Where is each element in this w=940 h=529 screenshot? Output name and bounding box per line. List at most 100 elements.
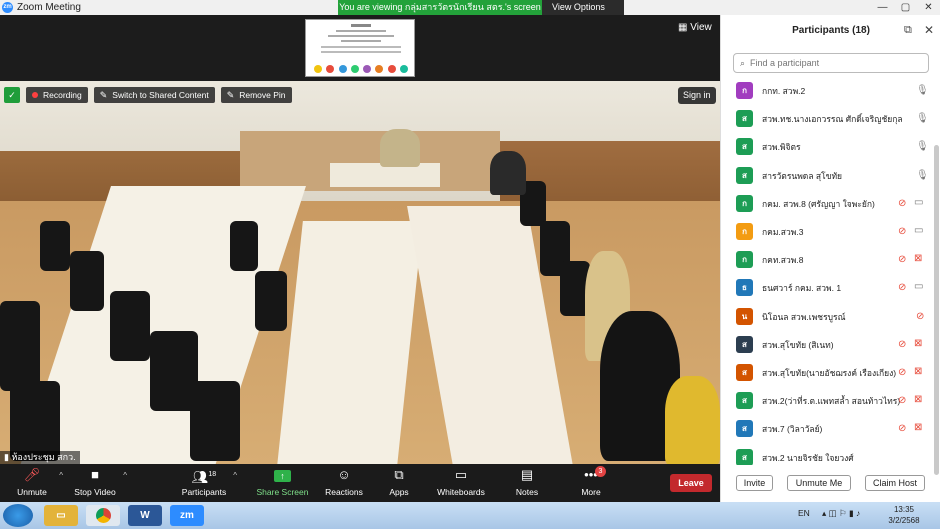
- video-camera-icon: ▭: [914, 281, 924, 293]
- stop-video-button[interactable]: ■ Stop Video ^: [72, 464, 127, 502]
- switch-to-shared-content-button[interactable]: ✎ Switch to Shared Content: [93, 87, 215, 103]
- chevron-up-icon[interactable]: ^: [233, 471, 237, 480]
- sign-in-button[interactable]: Sign in: [678, 87, 716, 104]
- participant-row[interactable]: ส สวพ.2(ว่าที่ร.ต.แพทสล้ำ สอนท้าวไทร) ⊘ ⊠: [721, 387, 933, 415]
- video-off-icon: ⊠: [914, 253, 923, 265]
- share-screen-button[interactable]: ↑ Share Screen: [255, 464, 310, 502]
- avatar: ก: [736, 251, 753, 269]
- video-camera-icon: ▭: [914, 196, 924, 208]
- unmute-button[interactable]: 🎤︎ Unmute ^: [10, 464, 63, 502]
- microphone-muted-icon: 🎤︎: [23, 467, 41, 482]
- panel-footer: Invite Unmute Me Claim Host: [721, 475, 940, 502]
- reactions-button[interactable]: ☺ Reactions: [322, 464, 366, 502]
- participant-list-scrollbar[interactable]: [934, 145, 939, 475]
- participant-row[interactable]: น นิโอนล สวพ.เพชรบูรณ์ ⊘: [721, 303, 933, 331]
- microphone-muted-icon: ⊘: [898, 226, 907, 237]
- chevron-up-icon[interactable]: ^: [59, 471, 63, 480]
- participant-row[interactable]: ก กคม.สวพ.3 ⊘ ▭: [721, 218, 933, 246]
- explorer-icon[interactable]: ▭: [44, 505, 78, 526]
- notes-button[interactable]: ▤ Notes: [508, 464, 546, 502]
- microphone-icon: 🎙︎: [916, 169, 929, 181]
- avatar: ส: [736, 166, 753, 184]
- participant-name: สวพ.พิจิตร: [762, 142, 801, 153]
- leave-button[interactable]: Leave: [670, 474, 712, 492]
- view-options-button[interactable]: View Options ⌄: [542, 0, 624, 27]
- participants-panel: Participants (18) ⧉ ✕ ⌕ กกกท. สวพ.2🎙︎สสว…: [720, 15, 940, 502]
- participant-name: สวพ.2 นายจิรชัย ใจยวงศ์: [762, 452, 854, 463]
- security-shield-icon[interactable]: ✓: [4, 87, 20, 103]
- pin-icon: ✎: [99, 90, 108, 100]
- unmute-me-button[interactable]: Unmute Me: [787, 475, 851, 491]
- microphone-muted-icon: ⊘: [898, 254, 907, 266]
- maximize-icon[interactable]: ▢: [894, 0, 917, 15]
- system-clock[interactable]: 13:35 3/2/2568: [884, 504, 924, 526]
- pop-out-icon[interactable]: ⧉: [904, 24, 912, 37]
- participant-row[interactable]: ส สวพ.7 (วิลาวัลย์) ⊘ ⊠: [721, 415, 933, 443]
- avatar: ก: [736, 223, 753, 240]
- participant-search-input[interactable]: [750, 58, 911, 68]
- zoom-window: zm Zoom Meeting — ▢ ✕ You are viewing กล…: [0, 0, 940, 529]
- participant-row[interactable]: ก กคม. สวพ.8 (ศรัญญา ใจพะยัก) ⊘ ▭: [721, 190, 933, 218]
- participant-name: สารวัตรนพดล สุโขทัย: [762, 170, 843, 181]
- more-badge: 3: [595, 466, 606, 477]
- close-panel-icon[interactable]: ✕: [924, 23, 934, 37]
- microphone-icon: 🎙︎: [916, 141, 929, 153]
- participant-name: สวพ.สุโขทัย (สิเนท): [762, 339, 834, 350]
- grid-icon: ▦: [678, 22, 688, 33]
- participant-name: สวพ.7 (วิลาวัลย์): [762, 424, 823, 435]
- close-icon[interactable]: ✕: [917, 0, 940, 15]
- participants-label: Participants: [181, 487, 227, 497]
- minimize-icon[interactable]: —: [871, 0, 894, 15]
- participant-row[interactable]: ธ ธนศวาร์ กคม. สวพ. 1 ⊘ ▭: [721, 274, 933, 302]
- whiteboards-button[interactable]: ▭ Whiteboards: [433, 464, 489, 502]
- participant-row[interactable]: ส สวพ.2 นายจิรชัย ใจยวงศ์: [721, 444, 933, 465]
- tray-icons[interactable]: ▴ ◫ ⚐ ▮ ♪: [822, 508, 860, 519]
- word-icon[interactable]: W: [128, 505, 162, 526]
- apps-button[interactable]: ⧉ Apps: [380, 464, 418, 502]
- participant-row[interactable]: ส สวพ.สุโขทัย(นายอัชฌรงค์ เรืองเกียง) ⊘ ⊠: [721, 359, 933, 387]
- participant-search[interactable]: ⌕: [733, 53, 929, 73]
- meeting-toolbar: 🎤︎ Unmute ^ ■ Stop Video ^ 👥︎18 Particip…: [0, 464, 720, 502]
- share-screen-label: Share Screen: [256, 487, 309, 497]
- participant-row[interactable]: ส สวพ.พิจิตร 🎙︎: [721, 133, 933, 161]
- participant-row[interactable]: ก กคท.สวพ.8 ⊘ ⊠: [721, 246, 933, 274]
- more-button[interactable]: ••• More 3: [572, 464, 610, 502]
- shared-screen-thumbnail[interactable]: [305, 19, 415, 77]
- video-off-icon: ⊠: [914, 366, 923, 377]
- view-layout-button[interactable]: ▦ View: [678, 22, 712, 33]
- reactions-label: Reactions: [325, 487, 363, 497]
- invite-button[interactable]: Invite: [736, 475, 773, 491]
- avatar: ส: [736, 420, 753, 438]
- participant-row[interactable]: ส สวพ.ทช.นางเอกวรรณ ศักดิ์เจริญชัยกุล 🎙︎: [721, 105, 933, 133]
- avatar: ส: [736, 335, 753, 353]
- participant-name: สวพ.ทช.นางเอกวรรณ ศักดิ์เจริญชัยกุล: [762, 114, 903, 125]
- microphone-icon: 🎙︎: [916, 85, 929, 96]
- recording-indicator[interactable]: Recording: [26, 87, 88, 103]
- zoom-icon[interactable]: zm: [170, 505, 204, 526]
- avatar: ส: [736, 138, 753, 156]
- participant-name: กคม. สวพ.8 (ศรัญญา ใจพะยัก): [762, 198, 875, 209]
- chevron-up-icon[interactable]: ^: [123, 471, 127, 480]
- share-screen-icon: ↑: [274, 470, 291, 482]
- remove-pin-button[interactable]: ✎ Remove Pin: [220, 87, 292, 103]
- participants-button[interactable]: 👥︎18 Participants ^: [180, 464, 237, 502]
- avatar: น: [736, 307, 753, 325]
- start-button-icon[interactable]: [3, 504, 33, 527]
- participant-row[interactable]: ก กกท. สวพ.2 🎙︎: [721, 77, 933, 105]
- participant-row[interactable]: ส สารวัตรนพดล สุโขทัย 🎙︎: [721, 162, 933, 190]
- avatar: ธ: [736, 279, 753, 297]
- view-options-label: View Options: [552, 2, 605, 12]
- claim-host-button[interactable]: Claim Host: [865, 475, 925, 491]
- whiteboard-icon: ▭: [454, 467, 468, 482]
- participant-row[interactable]: ส สวพ.สุโขทัย (สิเนท) ⊘ ⊠: [721, 331, 933, 359]
- video-off-icon: ⊠: [914, 394, 923, 406]
- clock-time: 13:35: [893, 505, 915, 514]
- participants-icon: 👥︎18: [191, 469, 217, 485]
- language-indicator[interactable]: EN: [798, 508, 810, 518]
- window-controls: — ▢ ✕: [871, 0, 940, 15]
- participant-list: ก กกท. สวพ.2 🎙︎ ส สวพ.ทช.นางเอกวรรณ ศักดิ์เจ…: [721, 77, 933, 465]
- avatar: ก: [736, 194, 753, 212]
- avatar: ส: [736, 110, 753, 128]
- chrome-icon[interactable]: [86, 505, 120, 526]
- microphone-muted-icon: ⊘: [898, 423, 907, 435]
